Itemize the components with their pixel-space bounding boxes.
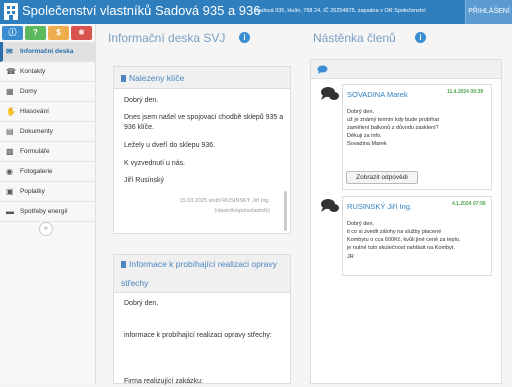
quick-buttons: ⓘ ? $ ⚛	[2, 26, 95, 42]
money-icon: ▣	[6, 187, 14, 196]
message-author[interactable]: RUSINSKÝ Jiří Ing.	[347, 202, 412, 211]
post-paragraph: informace k probíhající realizaci opravy…	[124, 332, 272, 339]
post-paragraph: Firma realizující zakázku:	[124, 378, 203, 385]
post-paragraph: K vyzvednutí u nás.	[124, 160, 186, 167]
sidebar-item-label: Formuláře	[20, 148, 50, 155]
post-paragraph: Jiří Rusínský	[124, 177, 165, 184]
post-paragraph: Ležely u dveří do sklepu 936.	[124, 142, 216, 149]
comments-icon	[321, 87, 339, 100]
message-line: Kombytu o cca 600Kč, kvůli jiné ceně za …	[347, 237, 461, 243]
post-paragraph: Dobrý den,	[124, 300, 159, 307]
message-line: Sovadina Marek	[347, 141, 387, 147]
building-logo-icon	[4, 3, 18, 20]
post-meta: 15.03.2025 vložil RUSINSKÝ Jiří Ing.	[179, 198, 271, 204]
post-title-text: Informace k probíhající realizaci opravy…	[121, 259, 277, 288]
wall-toolbar	[310, 59, 502, 79]
top-bar: Společenství vlastníků Sadová 935 a 936 …	[0, 0, 512, 24]
sidebar-item-fotogalerie[interactable]: ◉ Fotogalerie	[0, 162, 96, 182]
message-line: Dobrý den,	[347, 109, 374, 115]
info-quick-button[interactable]: ⓘ	[2, 26, 23, 40]
post-scrollbar[interactable]	[284, 191, 287, 231]
sidebar-item-domy[interactable]: ▦ Domy	[0, 82, 96, 102]
sidebar-item-spotreby-energii[interactable]: ▬ Spotřeby energií	[0, 202, 96, 222]
board-title: Informační deska SVJ	[108, 31, 226, 45]
message-line: ti co si zvedli zálohy na služby placené	[347, 229, 442, 235]
app-title[interactable]: Společenství vlastníků Sadová 935 a 936	[22, 3, 261, 18]
envelope-icon: ✉	[6, 47, 13, 56]
message-line: Dobrý den,	[347, 221, 374, 227]
sidebar-item-informacni-deska[interactable]: ✉ Informační deska	[0, 42, 96, 62]
sidebar-item-label: Dokumenty	[20, 128, 53, 135]
info-icon[interactable]: i	[239, 32, 250, 43]
message-date: 11.4.2024 09:39	[447, 89, 484, 95]
post-card-oprava-strechy: Informace k probíhající realizaci opravy…	[113, 254, 291, 385]
sidebar-item-label: Spotřeby energií	[20, 208, 68, 215]
sidebar-item-formulare[interactable]: ▩ Formuláře	[0, 142, 96, 162]
camera-icon: ◉	[6, 167, 13, 176]
message-line: Děkuji za info.	[347, 133, 382, 139]
info-icon[interactable]: i	[415, 32, 426, 43]
collapse-sidebar-button[interactable]: «	[39, 222, 53, 236]
post-title[interactable]: Nalezeny klíče	[114, 67, 290, 89]
app-subtitle: Sadová 935, Hulín, 768 24, IČ 26254875, …	[255, 8, 426, 14]
show-replies-button[interactable]: Zobrazit odpovědi	[346, 171, 418, 184]
money-quick-button[interactable]: $	[48, 26, 69, 40]
tag-icon	[121, 75, 126, 82]
wall-title: Nástěnka členů	[313, 31, 396, 45]
folder-icon: ▦	[6, 87, 14, 96]
sidebar-item-poplatky[interactable]: ▣ Poplatky	[0, 182, 96, 202]
printer-icon: ▩	[6, 147, 14, 156]
sidebar-item-label: Hlasování	[20, 108, 49, 115]
sidebar: ⓘ ? $ ⚛ ✉ Informační deska ☎ Kontakty ▦ Dom…	[0, 24, 96, 384]
chart-icon: ▬	[6, 207, 14, 216]
phone-icon: ☎	[6, 67, 16, 76]
sidebar-item-hlasovani[interactable]: ✋ Hlasování	[0, 102, 96, 122]
message-line: je nutné tuto skutečnost nahlásit na Kom…	[347, 245, 455, 251]
bell-quick-button[interactable]: ⚛	[71, 26, 92, 40]
post-title[interactable]: Informace k probíhající realizaci opravy…	[114, 255, 290, 293]
message-line: JR	[347, 254, 354, 260]
sidebar-item-dokumenty[interactable]: ▤ Dokumenty	[0, 122, 96, 142]
message-date: 4.1.2024 07:56	[452, 201, 486, 207]
sidebar-item-label: Kontakty	[20, 68, 46, 75]
document-icon: ▤	[6, 127, 14, 136]
message-line: už je známý termín kdy bude probíhat	[347, 117, 440, 123]
post-card-nalezeny-klice: Nalezeny klíče Dobrý den. Dnes jsem naše…	[113, 66, 291, 234]
message-author[interactable]: SOVADINA Marek	[347, 90, 408, 99]
hand-icon: ✋	[6, 107, 16, 116]
message-line: zamělení balkonů z důvodu zasklení?	[347, 125, 439, 131]
sidebar-item-label: Informační deska	[20, 48, 74, 55]
comments-icon	[321, 199, 339, 212]
sidebar-item-kontakty[interactable]: ☎ Kontakty	[0, 62, 96, 82]
comment-icon[interactable]	[317, 65, 328, 74]
sidebar-item-label: Fotogalerie	[20, 168, 53, 175]
sidebar-item-label: Poplatky	[20, 188, 45, 195]
post-paragraph: Dnes jsem našel ve spojovací chodbě skle…	[124, 114, 284, 131]
post-title-text: Nalezeny klíče	[129, 73, 185, 83]
tag-icon	[121, 261, 126, 268]
login-button[interactable]: PŘIHLÁŠENÍ	[465, 0, 512, 24]
sidebar-item-label: Domy	[20, 88, 37, 95]
post-meta-role: (vlastník/spoluvlastník)	[214, 208, 270, 214]
post-paragraph: Dobrý den.	[124, 97, 159, 104]
help-quick-button[interactable]: ?	[25, 26, 46, 40]
